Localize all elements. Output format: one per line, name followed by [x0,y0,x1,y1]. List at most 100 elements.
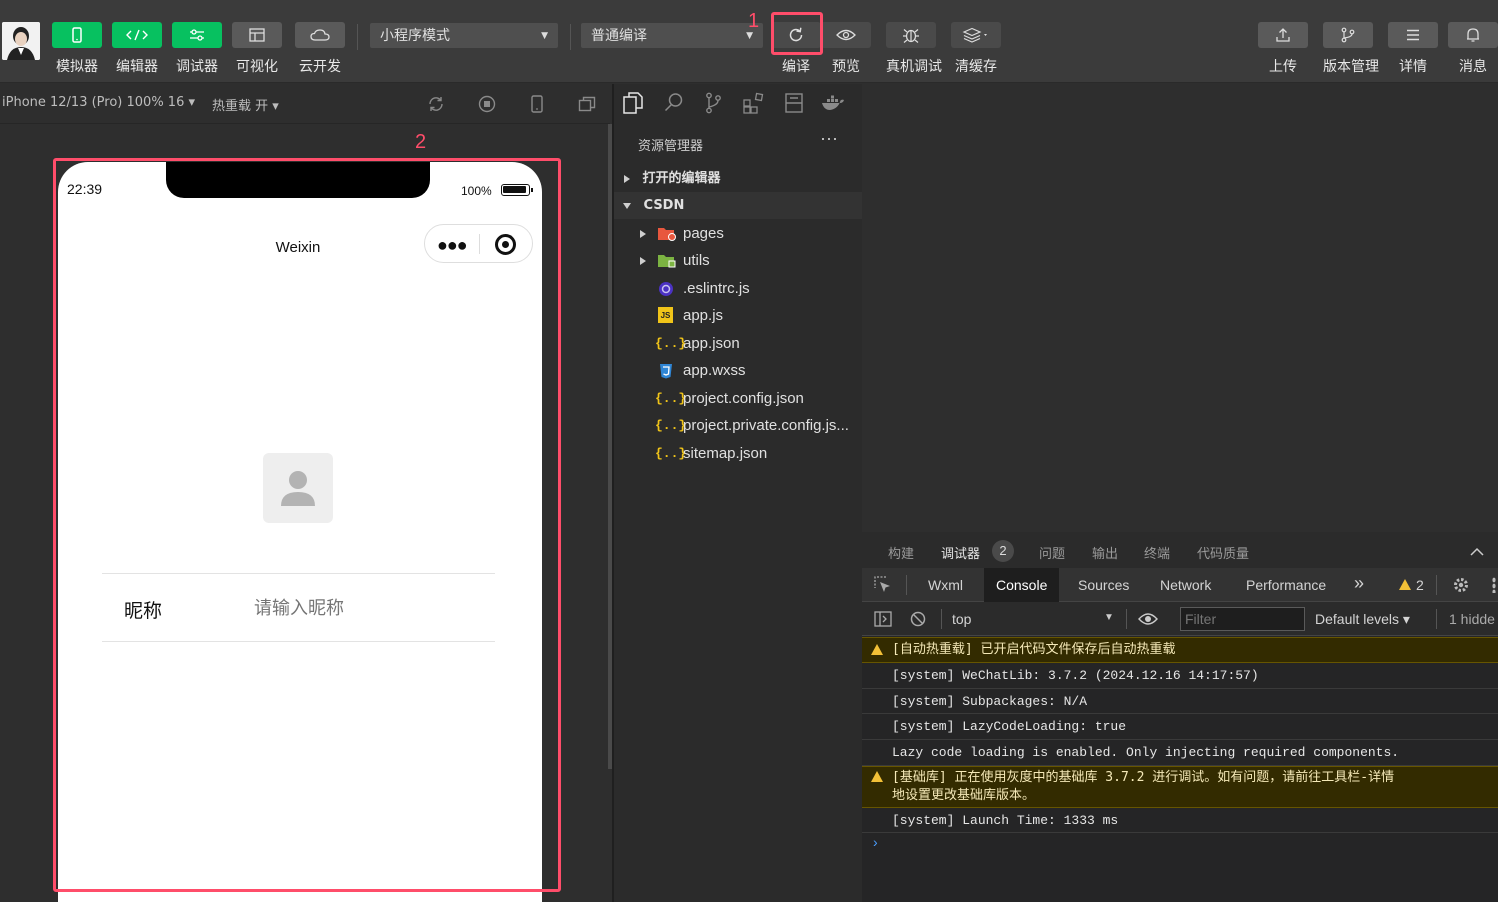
version-control-button[interactable]: 版本管理 [1323,22,1379,76]
console-filter-input[interactable] [1180,607,1305,631]
console-prompt[interactable]: › [873,834,878,850]
toolbar-divider [1126,609,1127,629]
css-file-icon [660,364,672,379]
simulator-button[interactable]: 模拟器 [52,22,102,76]
log-levels-select[interactable]: Default levels ▾ [1315,611,1410,628]
more-tabs-button[interactable]: » [1354,573,1364,594]
remote-debug-label: 真机调试 [886,59,942,75]
json-file-icon: {..} [655,391,687,406]
tab-build[interactable]: 构建 [888,543,914,562]
toolbar-divider [906,575,907,595]
bottom-panel-tabs: 构建 调试器 2 问题 输出 终端 代码质量 [862,532,1498,568]
device-select[interactable]: iPhone 12/13 (Pro) 100% 16 ▾ [2,95,195,110]
annotation-box-simulator [53,158,561,892]
rotate-icon[interactable] [427,95,445,113]
debugger-button[interactable]: 调试器 [172,22,222,76]
tab-network[interactable]: Network [1160,577,1211,593]
warning-count[interactable]: 2 [1416,577,1424,593]
inspect-element-icon[interactable] [874,576,892,594]
explorer-title: 资源管理器 [638,139,704,154]
tab-debugger[interactable]: 调试器 [941,543,980,562]
tab-performance[interactable]: Performance [1246,577,1326,593]
chevron-up-icon[interactable] [1470,547,1484,556]
console-log-entry: [system] LazyCodeLoading: true [862,714,1498,740]
user-avatar[interactable] [2,22,40,60]
explorer-files-icon[interactable] [623,92,643,114]
open-editors-section[interactable]: 打开的编辑器 [614,165,862,192]
mode-select[interactable]: 小程序模式 ▼ [370,23,558,48]
docker-icon[interactable] [821,95,845,111]
tab-output[interactable]: 输出 [1092,543,1118,562]
tree-item-project-private-config[interactable]: {..} project.private.config.js... [614,412,862,439]
sidebar-toggle-icon[interactable] [874,611,892,627]
context-select[interactable]: top [952,611,971,627]
device-phone-icon[interactable] [529,94,545,114]
warning-icon [871,771,883,782]
tree-item-label: app.json [683,335,740,352]
toolbar-divider [570,24,571,50]
upload-button[interactable]: 上传 [1258,22,1308,76]
editor-button[interactable]: 编辑器 [112,22,162,76]
file-explorer: 资源管理器 ··· 打开的编辑器 CSDN pages utils .eslin… [614,84,862,902]
tree-item-sitemap[interactable]: {..} sitemap.json [614,440,862,467]
compile-mode-select[interactable]: 普通编译 ▼ [581,23,763,48]
popout-window-icon[interactable] [578,95,596,113]
toolbar-divider [1436,575,1437,595]
js-file-icon: JS [658,307,673,323]
tree-item-utils[interactable]: utils [614,247,862,274]
tab-code-quality[interactable]: 代码质量 [1197,543,1249,562]
compile-label: 编译 [782,59,810,75]
project-folder-csdn[interactable]: CSDN [614,192,862,219]
cloud-dev-button[interactable]: 云开发 [295,22,345,76]
tree-item-eslintrc[interactable]: .eslintrc.js [614,275,862,302]
toolbar-divider [941,609,942,629]
tree-item-app-json[interactable]: {..} app.json [614,330,862,357]
chevron-right-icon [624,174,630,183]
tree-item-label: project.private.config.js... [683,417,849,434]
tab-sources[interactable]: Sources [1078,577,1129,593]
source-control-icon[interactable] [704,92,722,114]
tree-item-project-config[interactable]: {..} project.config.json [614,385,862,412]
folder-pages-icon [658,228,676,241]
clear-console-icon[interactable] [910,611,926,627]
extensions-icon[interactable] [743,92,765,114]
visualize-button[interactable]: 可视化 [232,22,282,76]
hot-reload-toggle[interactable]: 热重载 开 ▾ [212,95,279,114]
details-label: 详情 [1399,59,1427,75]
console-filter-bar: top ▼ Default levels ▾ 1 hidde [862,602,1498,636]
visualize-label: 可视化 [236,59,278,75]
branch-icon [1323,22,1373,48]
toolbar-divider [1436,609,1437,629]
stop-icon[interactable] [478,95,496,113]
chevron-right-icon [640,257,646,265]
clear-cache-button[interactable]: 清缓存 [951,22,1001,76]
tab-problems[interactable]: 问题 [1039,543,1065,562]
tree-item-pages[interactable]: pages [614,220,862,247]
details-button[interactable]: 详情 [1388,22,1438,76]
tab-terminal[interactable]: 终端 [1144,543,1170,562]
eye-icon[interactable] [1138,612,1158,626]
explorer-more-button[interactable]: ··· [820,128,838,149]
preview-button[interactable]: 预览 [821,22,871,76]
tab-wxml[interactable]: Wxml [928,577,963,593]
layers-icon [951,22,1001,48]
preview-label: 预览 [832,59,860,75]
kebab-menu-icon[interactable] [1492,577,1496,593]
simulator-toolbar: iPhone 12/13 (Pro) 100% 16 ▾ 热重载 开 ▾ [0,84,610,124]
code-icon [112,22,162,48]
gear-icon[interactable] [1452,576,1470,594]
tab-console[interactable]: Console [984,568,1060,602]
remote-debug-button[interactable]: 真机调试 [886,22,942,76]
search-icon[interactable] [664,92,684,112]
messages-button[interactable]: 消息 [1448,22,1498,76]
debugger-label: 调试器 [176,59,218,75]
simulator-label: 模拟器 [56,59,98,75]
devtools-tabs: Wxml Console Sources Network Performance… [862,568,1498,602]
eye-icon [821,22,871,48]
storage-icon[interactable] [785,93,803,113]
upload-label: 上传 [1269,59,1297,75]
tree-item-label: sitemap.json [683,445,768,462]
cloud-dev-label: 云开发 [299,59,341,75]
tree-item-app-js[interactable]: JS app.js [614,302,862,329]
tree-item-app-wxss[interactable]: app.wxss [614,357,862,384]
